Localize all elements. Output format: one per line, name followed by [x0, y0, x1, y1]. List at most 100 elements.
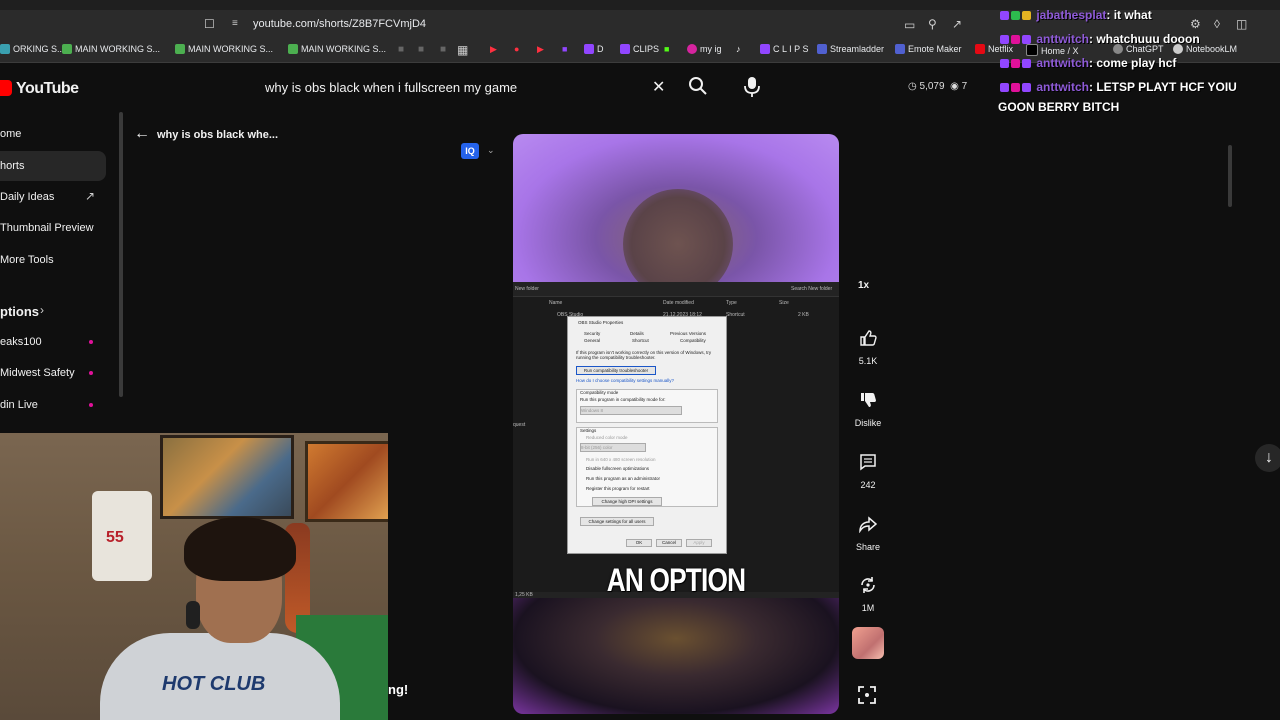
chat-badge-icon — [1011, 83, 1020, 92]
chevron-right-icon[interactable]: › — [40, 303, 44, 317]
bookmark-item[interactable]: my ig — [687, 44, 722, 54]
apps-grid-icon[interactable]: ▦ — [457, 43, 468, 57]
chat-username: anttwitch — [1036, 56, 1090, 70]
youtube-bookmark-icon[interactable]: ● — [514, 44, 519, 54]
chat-message-continued: GOON BERRY BITCH — [998, 100, 1120, 114]
share-page-icon[interactable]: ↗ — [952, 17, 962, 31]
remix-button[interactable]: 1M — [852, 569, 884, 613]
opt-640x480: Run in 640 x 480 screen resolution — [586, 457, 656, 462]
bookmark-item[interactable]: MAIN WORKING S... — [175, 44, 273, 54]
ok-button: OK — [626, 539, 652, 547]
twitch-bookmark-icon[interactable]: ■ — [562, 44, 567, 54]
bookmark-item[interactable]: Emote Maker — [895, 44, 962, 54]
bookmark-favicon[interactable]: ■ — [440, 44, 446, 55]
file-explorer-screenshot: New folder Search New folder Name Date m… — [513, 282, 839, 602]
url-text[interactable]: youtube.com/shorts/Z8B7FCVmjD4 — [253, 18, 426, 30]
sidebar-item-more-tools[interactable]: More Tools — [0, 254, 54, 266]
troubleshooter-button: Run compatibility troubleshooter — [576, 366, 656, 375]
bookmark-icon[interactable]: ☐ — [204, 17, 215, 31]
bookmark-item[interactable]: D — [584, 44, 604, 54]
share-label: Share — [855, 542, 881, 552]
extensions-icon[interactable]: ⚙ — [1190, 17, 1201, 31]
chat-text: : LETSP PLAYT HCF YOIU — [1089, 80, 1237, 94]
bookmark-favicon[interactable]: ■ — [418, 44, 424, 55]
iq-extension-badge[interactable]: IQ — [461, 143, 479, 159]
bookmark-favicon[interactable]: ■ — [398, 44, 404, 55]
compat-mode-label: Compatibility mode — [580, 390, 619, 395]
remix-icon — [852, 569, 884, 601]
kick-bookmark-icon[interactable]: ■ — [664, 44, 669, 54]
subscription-item[interactable]: Midwest Safety — [0, 367, 75, 379]
puzzle-icon[interactable]: ◊ — [1214, 17, 1220, 31]
bookmark-item[interactable]: MAIN WORKING S... — [62, 44, 160, 54]
like-button[interactable]: 5.1K — [852, 322, 884, 366]
tiktok-bookmark-icon[interactable]: ♪ — [736, 44, 741, 54]
sidebar-toggle-icon[interactable]: ◫ — [1236, 17, 1247, 31]
chat-badge-icon — [1000, 35, 1009, 44]
cast-icon[interactable]: ▭ — [904, 18, 915, 32]
chat-badge-icon — [1022, 35, 1031, 44]
share-button[interactable]: Share — [852, 508, 884, 552]
live-dot — [89, 403, 93, 407]
opt-reduced-color: Reduced color mode — [586, 435, 628, 440]
thumbs-up-icon — [852, 322, 884, 354]
mic-icon[interactable] — [744, 76, 760, 103]
color-select: 8-bit (256) color — [580, 443, 646, 452]
chevron-down-icon[interactable]: ⌄ — [487, 145, 495, 156]
dislike-button[interactable]: Dislike — [852, 384, 884, 428]
zoom-icon[interactable]: ⚲ — [928, 17, 937, 31]
next-short-button[interactable]: ↓ — [1255, 444, 1280, 472]
clear-search-icon[interactable]: ✕ — [652, 77, 665, 97]
sidebar-item-thumbnail-preview[interactable]: Thumbnail Preview — [0, 222, 94, 234]
chat-badge-icon — [1011, 35, 1020, 44]
wall-jersey: 55 — [92, 491, 152, 581]
sidebar-section-subscriptions[interactable]: ptions — [0, 304, 39, 319]
search-icon[interactable] — [688, 76, 708, 101]
back-arrow-icon[interactable]: ← — [134, 125, 150, 143]
subscription-item[interactable]: din Live — [0, 399, 38, 411]
video-facecam-region — [513, 134, 839, 299]
manual-settings-link: How do I choose compatibility settings m… — [576, 378, 675, 383]
sound-thumbnail[interactable] — [852, 627, 884, 659]
bookmark-item[interactable]: CLIPS — [620, 44, 659, 54]
opt-register-restart: Register this program for restart — [586, 486, 650, 491]
sidebar-item-daily-ideas[interactable]: Daily Ideas — [0, 191, 54, 203]
tab-compatibility: Compatibility — [680, 338, 706, 343]
youtube-logo[interactable]: YouTube — [0, 79, 79, 99]
chat-username: jabathesplat — [1036, 8, 1107, 22]
chat-username: anttwitch — [1036, 80, 1090, 94]
comments-button[interactable]: 242 — [852, 446, 884, 490]
bookmark-item[interactable]: Streamladder — [817, 44, 884, 54]
subscription-item[interactable]: eaks100 — [0, 336, 42, 348]
bookmark-item[interactable]: MAIN WORKING S... — [288, 44, 386, 54]
opt-run-as-admin: Run this program as an administrator — [586, 476, 661, 481]
dialog-title: OBS Studio Properties — [578, 320, 624, 325]
bookmark-item[interactable]: ORKING S... — [0, 44, 65, 54]
streamer-shirt: HOT CLUB — [100, 633, 340, 720]
site-settings-icon[interactable]: ≡ — [232, 18, 238, 29]
search-input[interactable]: why is obs black when i fullscreen my ga… — [250, 70, 680, 106]
sidebar-scrollbar[interactable] — [119, 112, 123, 397]
chat-text: : whatchuuu dooon — [1089, 32, 1200, 46]
youtube-bookmark-icon[interactable]: ▶ — [537, 44, 544, 55]
high-dpi-button: Change high DPI settings — [592, 497, 662, 506]
shirt-print: HOT CLUB — [162, 673, 266, 695]
tab-shortcut: Shortcut — [632, 338, 649, 343]
fullscreen-icon[interactable] — [858, 686, 876, 709]
tab-details: Details — [630, 331, 644, 336]
bookmark-item[interactable]: C L I P S — [760, 44, 809, 54]
playback-speed[interactable]: 1x — [858, 280, 869, 291]
page-scrollbar[interactable] — [1228, 145, 1232, 207]
sidebar-item-home[interactable]: ome — [0, 128, 21, 140]
youtube-bookmark-icon[interactable]: ▶ — [490, 44, 497, 55]
chat-badge-icon — [1022, 11, 1031, 20]
settings-label: Settings — [580, 428, 597, 433]
remix-count: 1M — [861, 603, 875, 613]
headset-mic — [186, 601, 200, 629]
file-size: 2 KB — [798, 312, 809, 318]
sidebar-item-shorts[interactable]: horts — [0, 160, 24, 172]
chat-message: anttwitch: whatchuuu dooon — [1000, 32, 1200, 46]
shorts-video-player[interactable]: New folder Search New folder Name Date m… — [513, 134, 839, 714]
dislike-label: Dislike — [854, 418, 882, 428]
explorer-folder: New folder — [515, 286, 539, 292]
